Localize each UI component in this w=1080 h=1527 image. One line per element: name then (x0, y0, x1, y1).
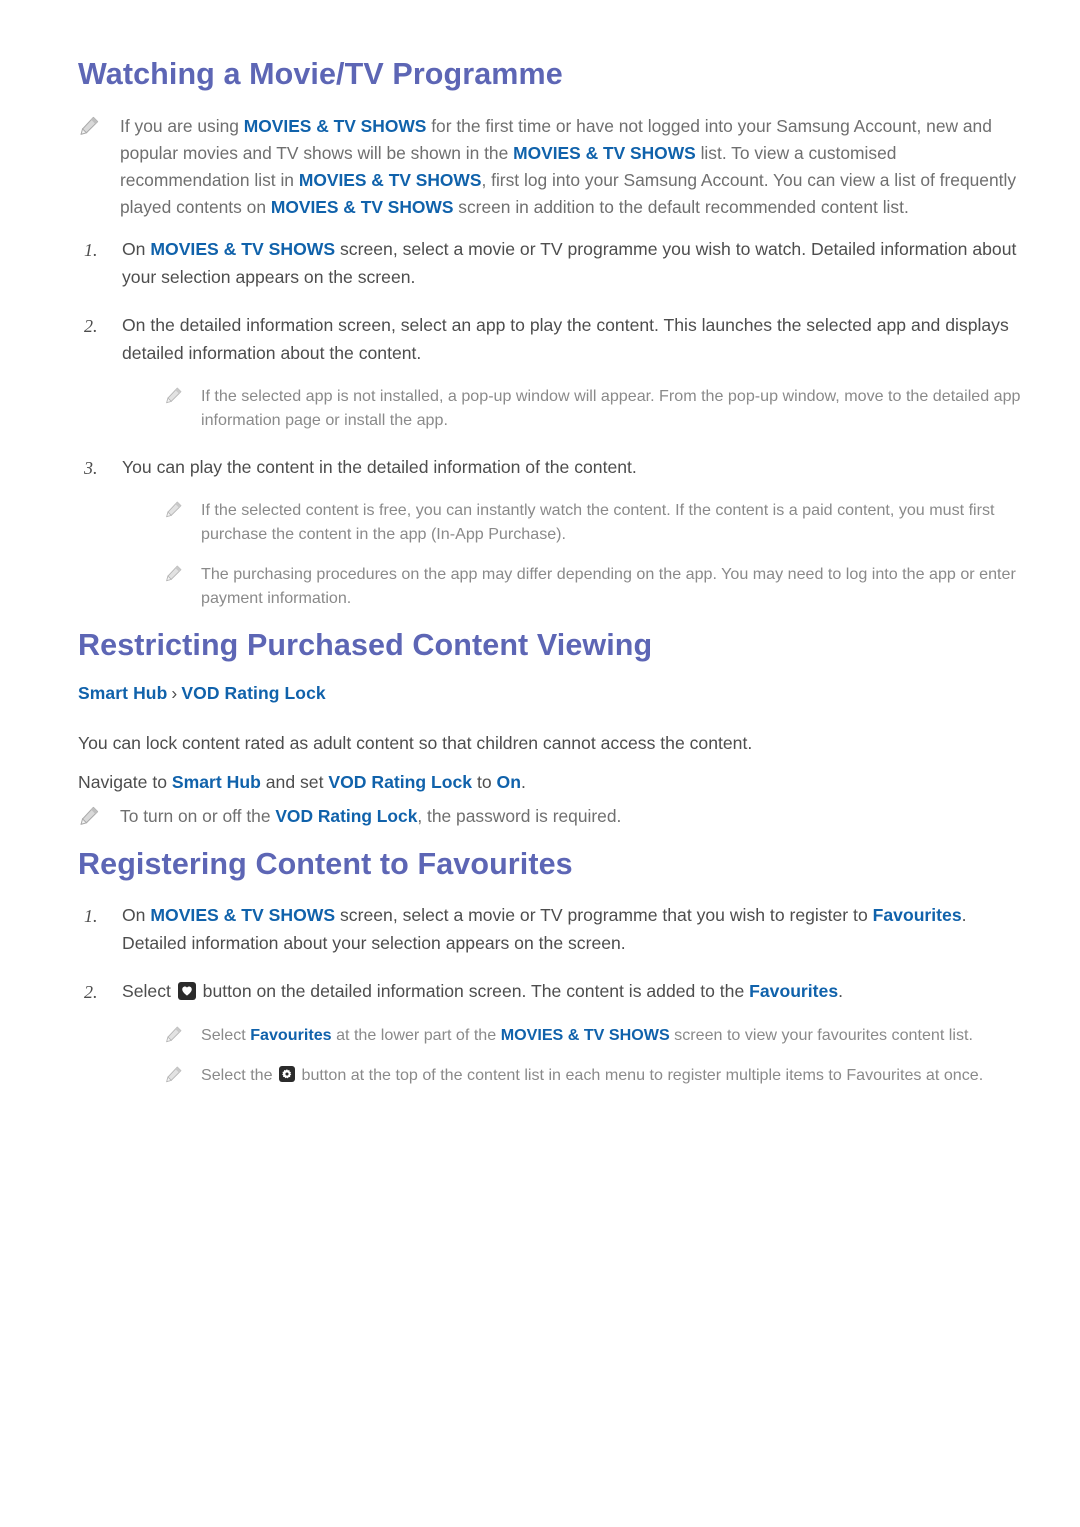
note: If the selected content is free, you can… (122, 498, 1022, 546)
list-item: 1. On MOVIES & TV SHOWS screen, select a… (78, 236, 1022, 291)
inline-link[interactable]: VOD Rating Lock (328, 772, 472, 792)
list-item: 1. On MOVIES & TV SHOWS screen, select a… (78, 902, 1022, 957)
document-page: Watching a Movie/TV Programme If you are… (0, 0, 1080, 1527)
inline-link[interactable]: Favourites (873, 905, 962, 925)
pencil-icon (164, 1025, 183, 1044)
page-title: Watching a Movie/TV Programme (78, 57, 563, 91)
sub-notes: If the selected content is free, you can… (122, 498, 1022, 611)
note-text: Select the button at the top of the cont… (201, 1065, 984, 1084)
inline-link[interactable]: MOVIES & TV SHOWS (271, 197, 454, 217)
step-number: 1. (84, 240, 98, 261)
breadcrumb-separator-icon: › (171, 683, 178, 704)
inline-link[interactable]: MOVIES & TV SHOWS (150, 239, 335, 259)
sub-notes: Select Favourites at the lower part of t… (122, 1023, 1022, 1087)
section-registering-content-to-favourites: Registering Content to Favourites 1. On … (78, 846, 1022, 1087)
breadcrumb: Smart Hub › VOD Rating Lock (78, 683, 1022, 704)
section-watching-a-movie: Watching a Movie/TV Programme If you are… (78, 56, 1022, 611)
note: To turn on or off the VOD Rating Lock, t… (78, 803, 1022, 830)
pencil-icon (164, 500, 183, 519)
step-text: On the detailed information screen, sele… (122, 315, 1009, 363)
note: The purchasing procedures on the app may… (122, 562, 1022, 610)
breadcrumb-item-vod-rating-lock[interactable]: VOD Rating Lock (181, 683, 325, 703)
note-text: If the selected content is free, you can… (201, 500, 995, 544)
note-text: Select Favourites at the lower part of t… (201, 1025, 973, 1044)
heart-button-icon[interactable] (177, 982, 196, 1001)
paragraph: Navigate to Smart Hub and set VOD Rating… (78, 772, 526, 793)
section-restricting-purchased-content: Restricting Purchased Content Viewing Sm… (78, 627, 1022, 830)
step-number: 3. (84, 457, 98, 478)
sub-notes: If the selected app is not installed, a … (122, 384, 1022, 432)
inline-link[interactable]: MOVIES & TV SHOWS (501, 1026, 670, 1044)
page-title: Restricting Purchased Content Viewing (78, 627, 653, 662)
paragraph: You can lock content rated as adult cont… (78, 733, 753, 754)
step-number: 2. (84, 982, 98, 1003)
inline-link[interactable]: MOVIES & TV SHOWS (244, 116, 427, 136)
list-item: 3. You can play the content in the detai… (78, 454, 1022, 611)
note: Select the button at the top of the cont… (122, 1063, 1022, 1087)
pencil-icon (78, 805, 100, 827)
steps-list-favourites: 1. On MOVIES & TV SHOWS screen, select a… (78, 902, 1022, 1087)
note-text: If the selected app is not installed, a … (201, 387, 1021, 430)
step-text: Select button on the detailed informatio… (122, 981, 843, 1002)
inline-link[interactable]: On (497, 772, 521, 792)
breadcrumb-item-smart-hub[interactable]: Smart Hub (78, 683, 167, 703)
list-item: 2. On the detailed information screen, s… (78, 312, 1022, 432)
pencil-icon (164, 1065, 183, 1084)
pencil-icon (78, 115, 100, 137)
inline-link[interactable]: MOVIES & TV SHOWS (513, 143, 696, 163)
inline-link[interactable]: MOVIES & TV SHOWS (150, 905, 335, 925)
page-title: Registering Content to Favourites (78, 846, 573, 881)
note-intro: If you are using MOVIES & TV SHOWS for t… (78, 113, 1022, 221)
note: Select Favourites at the lower part of t… (122, 1023, 1022, 1047)
step-number: 1. (84, 906, 98, 927)
steps-list-watching: 1. On MOVIES & TV SHOWS screen, select a… (78, 236, 1022, 610)
inline-link[interactable]: Favourites (749, 981, 838, 1001)
note-intro-text: If you are using MOVIES & TV SHOWS for t… (120, 115, 1017, 217)
inline-link[interactable]: Smart Hub (172, 772, 261, 792)
note-text: To turn on or off the VOD Rating Lock, t… (120, 805, 622, 826)
inline-link[interactable]: Favourites (250, 1026, 331, 1044)
list-item: 2. Select button on the detailed informa… (78, 978, 1022, 1087)
step-text: On MOVIES & TV SHOWS screen, select a mo… (122, 905, 967, 953)
step-text: On MOVIES & TV SHOWS screen, select a mo… (122, 239, 1017, 287)
pencil-icon (164, 564, 183, 583)
note-text: The purchasing procedures on the app may… (201, 565, 1016, 608)
inline-link[interactable]: VOD Rating Lock (275, 806, 417, 826)
step-text: You can play the content in the detailed… (122, 456, 637, 477)
pencil-icon (164, 386, 183, 405)
inline-link[interactable]: MOVIES & TV SHOWS (299, 170, 482, 190)
note: If the selected app is not installed, a … (122, 384, 1022, 432)
step-number: 2. (84, 316, 98, 337)
gear-button-icon[interactable] (279, 1065, 296, 1082)
